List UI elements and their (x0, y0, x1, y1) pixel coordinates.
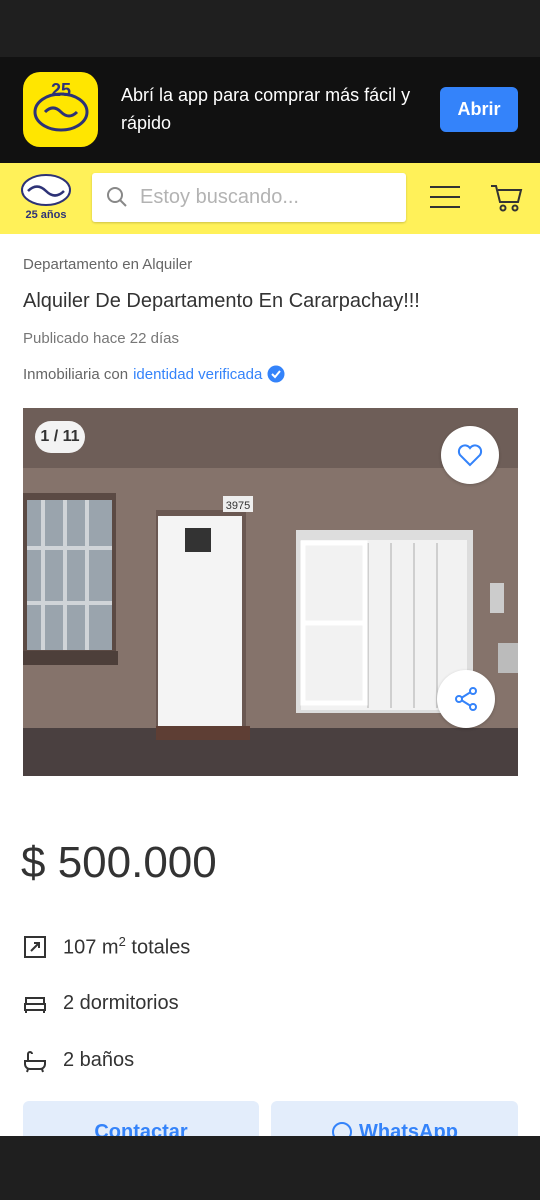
listing-category[interactable]: Departamento en Alquiler (23, 256, 192, 273)
heart-icon (457, 444, 483, 467)
bed-icon (24, 996, 46, 1013)
feature-area-text: 107 m2 totales (63, 933, 191, 959)
photo-counter: 1 / 11 (35, 421, 85, 453)
search-icon (106, 186, 128, 213)
svg-text:3975: 3975 (226, 500, 250, 512)
seller-prefix: Inmobiliaria con (23, 365, 129, 383)
share-button[interactable] (437, 670, 495, 728)
search-bar[interactable] (92, 173, 406, 222)
area-icon (24, 935, 46, 958)
feature-bedrooms: 2 dormitorios (23, 975, 503, 1032)
svg-text:25: 25 (50, 80, 70, 100)
feature-area: 107 m2 totales (23, 918, 503, 975)
mercadolibre-app-icon[interactable]: 25 (23, 72, 98, 147)
feature-bathrooms: 2 baños (23, 1032, 503, 1089)
share-icon (455, 687, 477, 711)
favorite-button[interactable] (441, 426, 499, 484)
verified-identity-link[interactable]: identidad verificada (133, 366, 262, 383)
logo-caption: 25 años (25, 209, 67, 221)
photo-gallery[interactable]: 3975 1 / 11 (23, 408, 518, 776)
contact-actions: Contactar WhatsApp (23, 1101, 518, 1161)
mercadolibre-logo[interactable]: 25 años (20, 173, 72, 229)
bathtub-icon (24, 1050, 46, 1072)
open-app-button[interactable]: Abrir (440, 87, 518, 132)
status-bar (0, 0, 540, 57)
system-navigation-bar (0, 1136, 540, 1200)
features-list: 107 m2 totales 2 dormitorios 2 baños (23, 918, 503, 1089)
app-banner-text: Abrí la app para comprar más fácil y ráp… (121, 85, 411, 133)
app-download-banner: 25 Abrí la app para comprar más fácil y … (0, 57, 540, 163)
feature-bathrooms-text: 2 baños (63, 1049, 135, 1071)
menu-icon[interactable] (430, 185, 460, 209)
seller-info: Inmobiliaria con identidad verificada (23, 365, 285, 383)
listing-price: $ 500.000 (21, 838, 217, 887)
published-date: Publicado hace 22 días (23, 330, 179, 347)
listing-title: Alquiler De Departamento En Cararpachay!… (23, 290, 420, 312)
search-input[interactable] (140, 173, 390, 222)
site-header: 25 años (0, 163, 540, 234)
verified-badge-icon (267, 365, 285, 383)
cart-icon[interactable] (490, 183, 524, 213)
feature-bedrooms-text: 2 dormitorios (63, 992, 179, 1014)
